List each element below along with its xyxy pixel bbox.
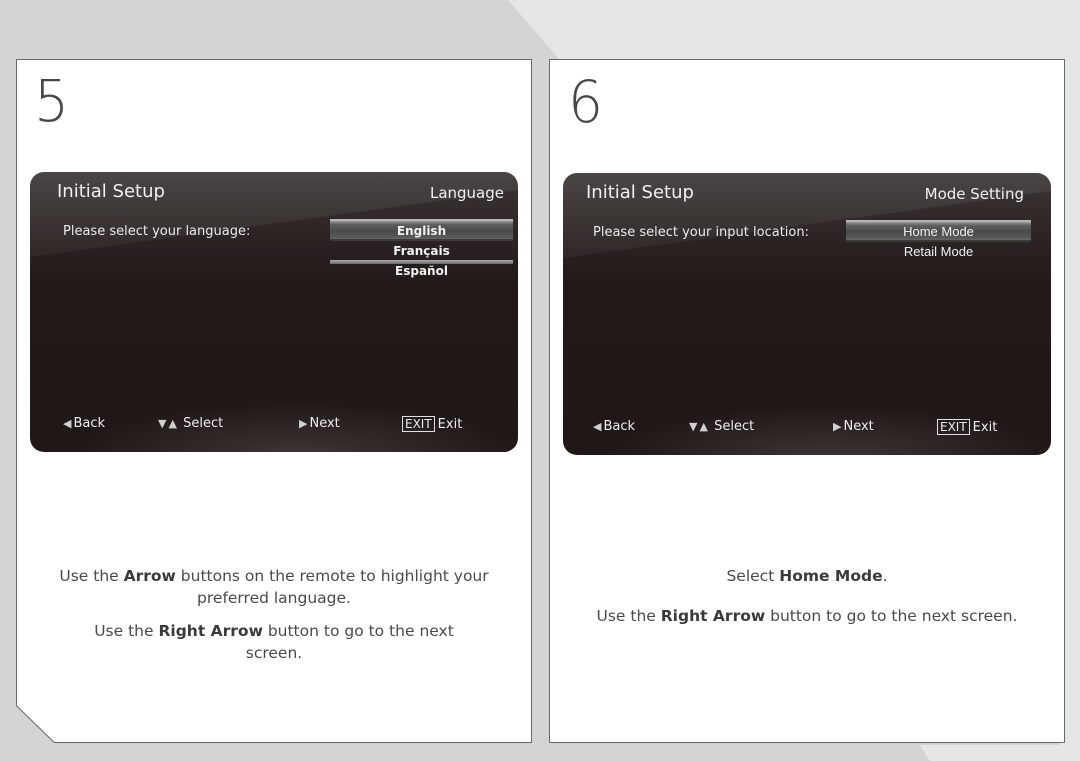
down-arrow-icon: ▼ (689, 420, 698, 433)
screen-section: Mode Setting (924, 185, 1024, 203)
screen-footer: ◀ Back ▼ ▲ Select ▶ Next EXIT Exit (30, 416, 518, 434)
left-arrow-icon: ◀ (593, 420, 602, 433)
tv-screen-mode-setting: Initial Setup Mode Setting Please select… (563, 173, 1051, 455)
option-francais[interactable]: Français (330, 241, 513, 261)
exit-label: Exit (437, 417, 463, 432)
right-arrow-icon: ▶ (833, 420, 842, 433)
option-english[interactable]: English (330, 219, 513, 241)
exit-label: Exit (972, 420, 998, 435)
tv-screen-language: Initial Setup Language Please select you… (30, 172, 518, 452)
screen-title: Initial Setup (586, 182, 694, 203)
next-hint[interactable]: ▶ Next (299, 416, 340, 431)
exit-hint[interactable]: EXIT Exit (402, 416, 462, 432)
right-arrow-icon: ▶ (299, 417, 308, 430)
step-number: 6 (568, 68, 603, 136)
step-5-instructions: Use the Arrow buttons on the remote to h… (16, 565, 532, 675)
language-options: English Français Español (330, 219, 513, 281)
up-arrow-icon: ▲ (168, 417, 177, 430)
screen-prompt: Please select your input location: (593, 225, 809, 240)
next-label: Next (309, 416, 340, 431)
exit-key-icon: EXIT (937, 419, 970, 435)
instruction-line: Use the Arrow buttons on the remote to h… (59, 567, 489, 607)
back-hint[interactable]: ◀ Back (63, 416, 105, 431)
select-hint[interactable]: ▼ ▲ Select (158, 416, 223, 431)
step-5-panel: 5 Initial Setup Language Please select y… (16, 59, 532, 743)
exit-key-icon: EXIT (402, 416, 435, 432)
up-arrow-icon: ▲ (699, 420, 708, 433)
down-arrow-icon: ▼ (158, 417, 167, 430)
instruction-line: Select Home Mode. (726, 567, 888, 585)
screen-section: Language (429, 184, 504, 202)
screen-footer: ◀ Back ▼ ▲ Select ▶ Next EXIT Exit (563, 419, 1051, 437)
next-label: Next (843, 419, 874, 434)
option-retail-mode[interactable]: Retail Mode (846, 242, 1031, 262)
instruction-line: Use the Right Arrow button to go to the … (596, 607, 1018, 625)
select-label: Select (714, 419, 755, 434)
option-espanol[interactable]: Español (330, 260, 513, 281)
select-hint[interactable]: ▼ ▲ Select (689, 419, 754, 434)
step-6-panel: 6 Initial Setup Mode Setting Please sele… (549, 59, 1065, 743)
mode-options: Home Mode Retail Mode (846, 220, 1031, 262)
back-label: Back (603, 419, 636, 434)
next-hint[interactable]: ▶ Next (833, 419, 874, 434)
back-hint[interactable]: ◀ Back (593, 419, 635, 434)
instruction-line: Use the Right Arrow button to go to the … (94, 622, 454, 662)
screen-prompt: Please select your language: (63, 224, 251, 239)
step-6-instructions: Select Home Mode. Use the Right Arrow bu… (550, 565, 1064, 638)
step-number: 5 (34, 67, 69, 135)
left-arrow-icon: ◀ (63, 417, 72, 430)
exit-hint[interactable]: EXIT Exit (937, 419, 997, 435)
back-label: Back (73, 416, 106, 431)
screen-title: Initial Setup (57, 181, 165, 202)
select-label: Select (183, 416, 224, 431)
option-home-mode[interactable]: Home Mode (846, 220, 1031, 242)
